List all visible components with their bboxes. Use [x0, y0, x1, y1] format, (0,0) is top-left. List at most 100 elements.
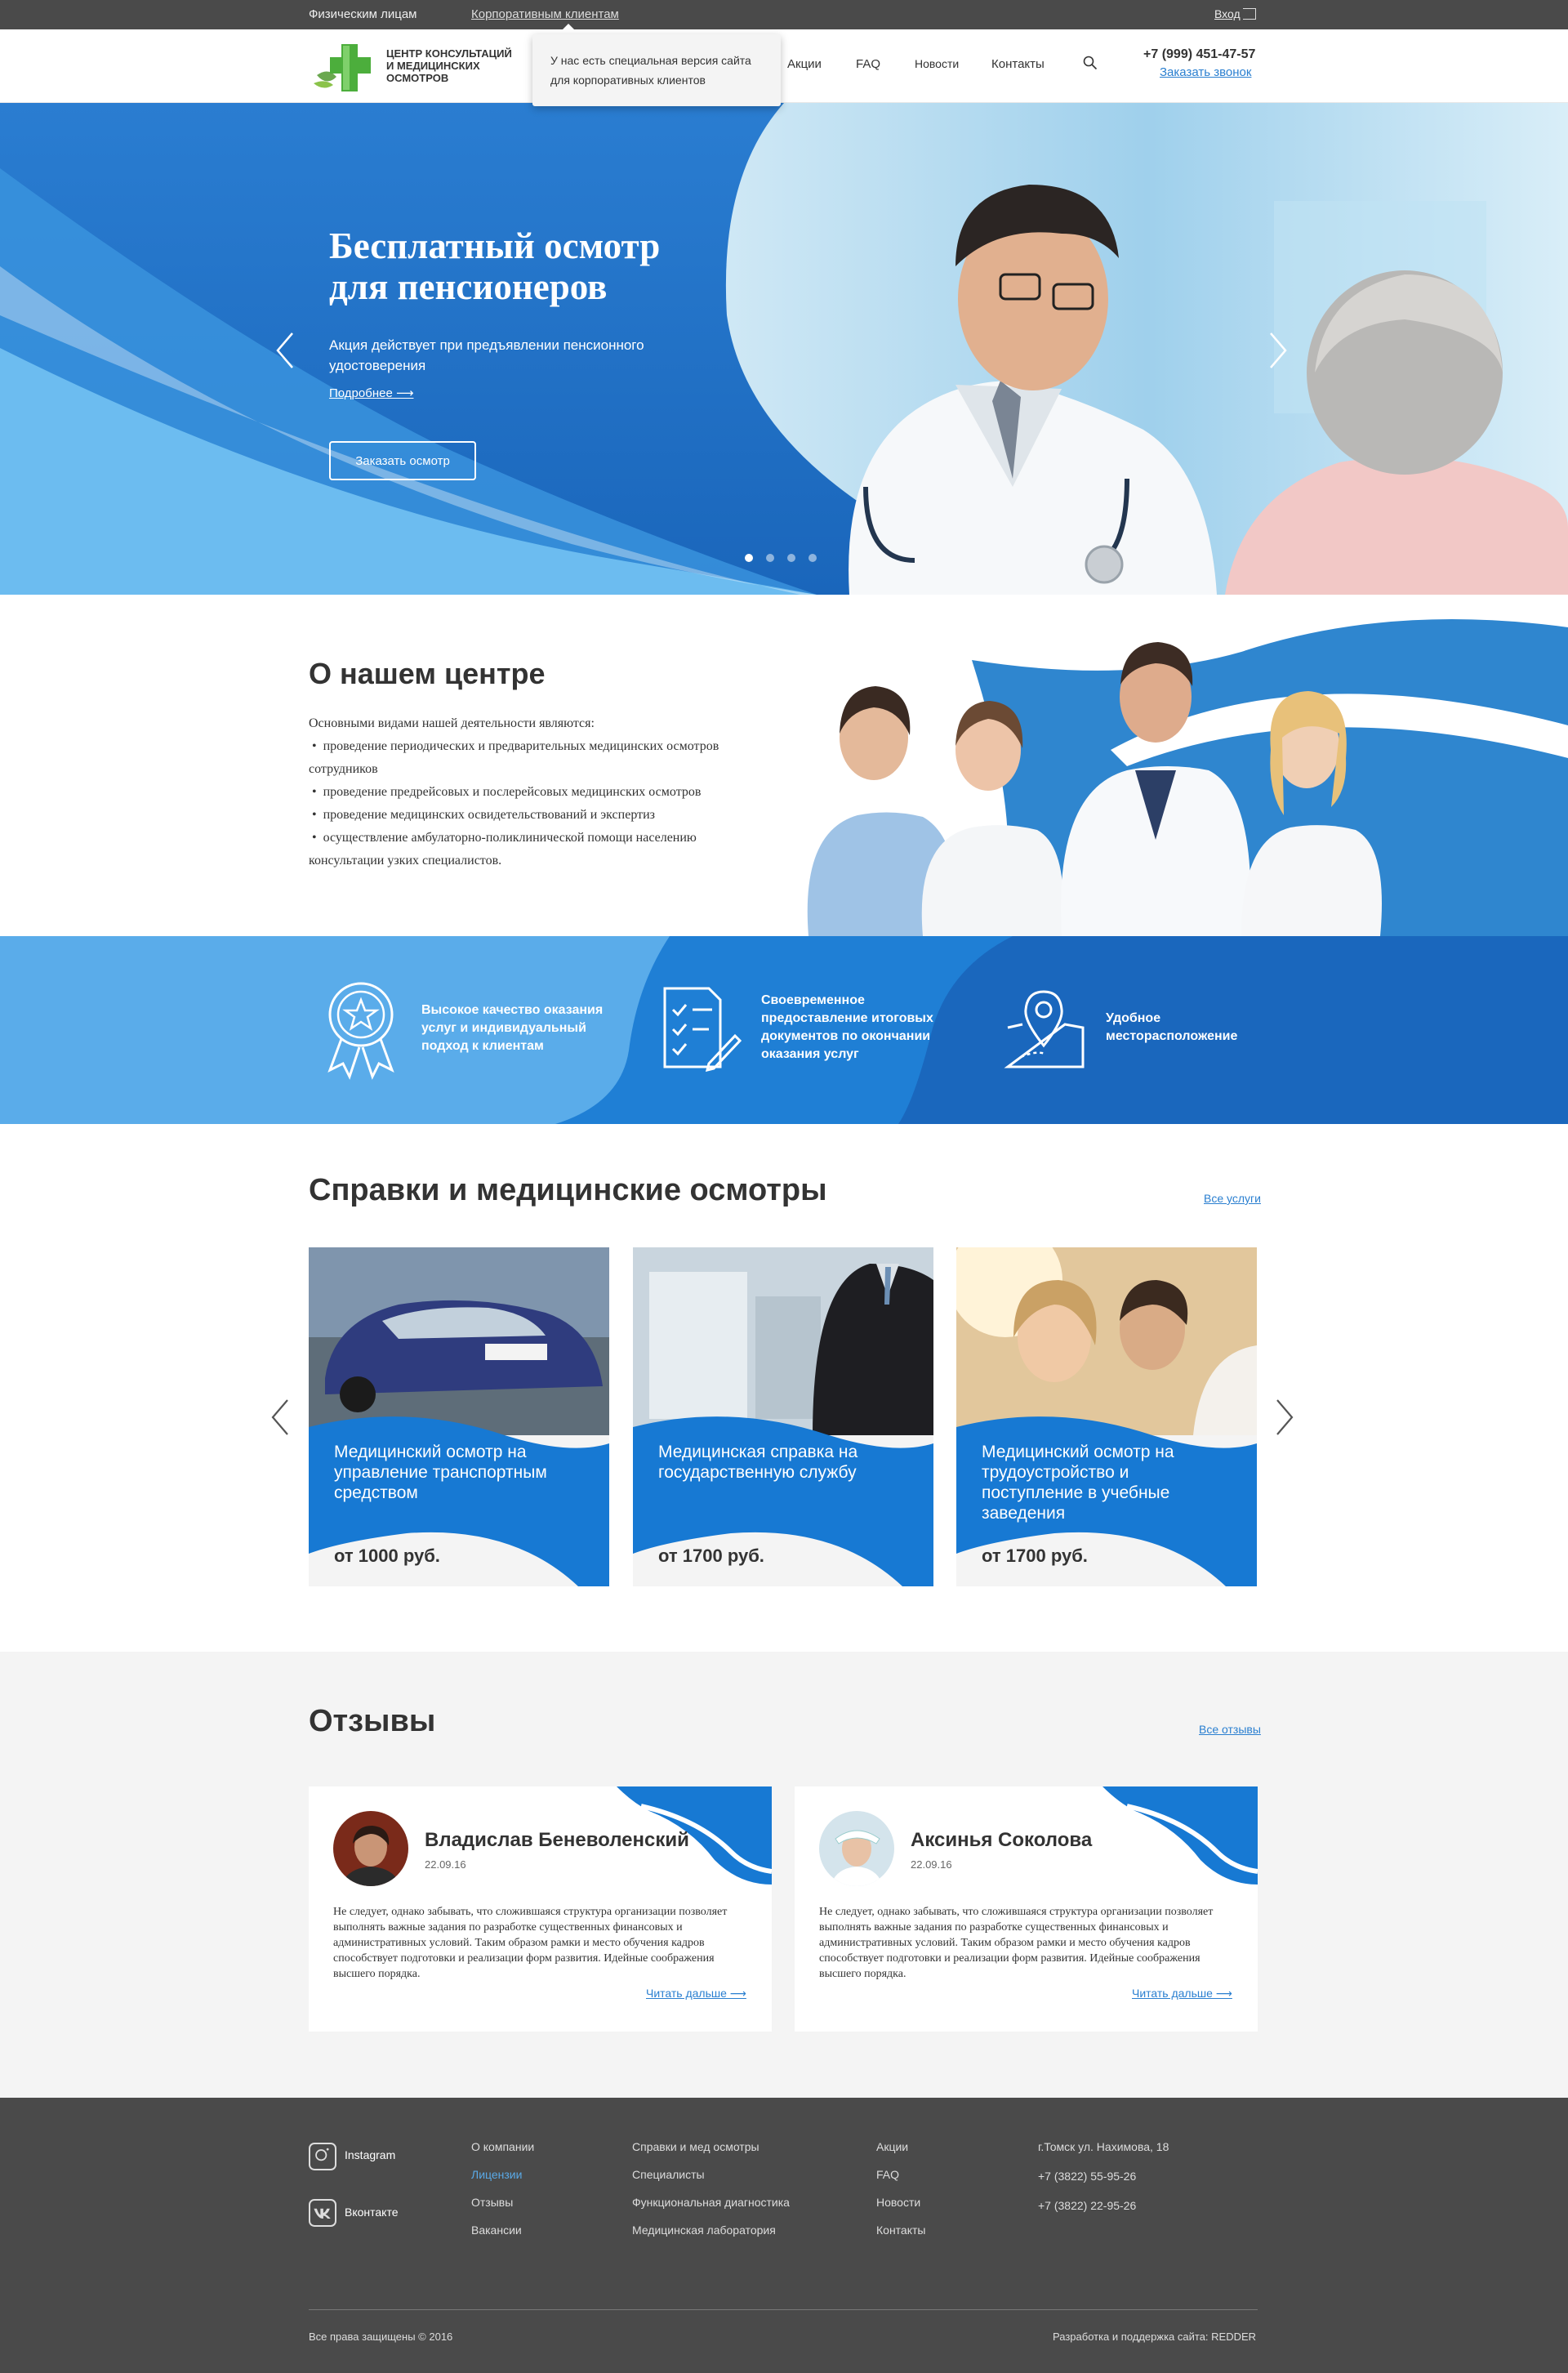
about-list-item: проведение медицинских освидетельствован…	[309, 804, 774, 827]
feature-location-text: Удобное месторасположение	[1106, 1011, 1238, 1043]
reviews-section	[0, 1652, 1568, 2098]
hero-dot-4[interactable]	[808, 554, 817, 562]
about-list-item: проведение периодических и предварительн…	[309, 735, 774, 781]
footer-link-diagnostics[interactable]: Функциональная диагностика	[632, 2196, 790, 2209]
service-card-title: Медицинский осмотр на трудоустройство и …	[982, 1443, 1174, 1523]
review-text: Не следует, однако забывать, что сложивш…	[333, 1906, 728, 1980]
services-title: Справки и медицинские осмотры	[309, 1173, 827, 1207]
hero-subtitle: Акция действует при предъявлении пенсион…	[329, 337, 644, 373]
review-date: 22.09.16	[911, 1858, 952, 1871]
read-more-link[interactable]: Читать дальше ⟶	[1132, 1987, 1232, 2001]
service-card-title: Медицинская справка на государственную с…	[658, 1443, 858, 1482]
services-prev-arrow-icon[interactable]	[270, 1398, 291, 1436]
reviewer-name: Аксинья Соколова	[911, 1829, 1093, 1851]
login-icon[interactable]	[1243, 8, 1256, 20]
review-card: Аксинья Соколова 22.09.16 Не следует, од…	[795, 1786, 1258, 2032]
logo-line-3: ОСМОТРОВ	[386, 72, 449, 84]
instagram-link[interactable]: Instagram	[345, 2148, 395, 2161]
service-card-price: от 1700 руб.	[982, 1546, 1088, 1566]
document-checklist-icon	[663, 987, 742, 1072]
hero-dot-3[interactable]	[787, 554, 795, 562]
reviewer-name: Владислав Беневоленский	[425, 1829, 689, 1851]
footer-address: г.Томск ул. Нахимова, 18	[1038, 2140, 1169, 2153]
hero-background	[0, 103, 1568, 595]
feature-quality-text: Высокое качество оказания услуг и индиви…	[421, 1003, 604, 1053]
footer-link-certificates[interactable]: Справки и мед осмотры	[632, 2140, 760, 2153]
top-bar: Физическим лицам Корпоративным клиентам …	[0, 0, 1568, 29]
footer-link-promotions[interactable]: Акции	[876, 2140, 908, 2153]
hero-dot-2[interactable]	[766, 554, 774, 562]
all-reviews-link[interactable]: Все отзывы	[1199, 1723, 1261, 1736]
review-card: Владислав Беневоленский 22.09.16 Не след…	[309, 1786, 772, 2032]
tooltip-caret	[563, 24, 574, 29]
service-card[interactable]: Медицинская справка на государственную с…	[633, 1247, 933, 1586]
about-section: О нашем центре Основными видами нашей де…	[0, 595, 1568, 936]
review-text: Не следует, однако забывать, что сложивш…	[819, 1906, 1214, 1980]
about-intro: Основными видами нашей деятельности явля…	[309, 716, 595, 730]
logo-text[interactable]: ЦЕНТР КОНСУЛЬТАЦИЙ И МЕДИЦИНСКИХ ОСМОТРО…	[386, 47, 533, 84]
copyright: Все права защищены © 2016	[309, 2331, 453, 2343]
corporate-link[interactable]: Корпоративным клиентам	[471, 7, 619, 21]
hero-next-arrow-icon[interactable]	[1267, 332, 1289, 369]
about-list-item: осуществление амбулаторно-поликлиническо…	[309, 827, 774, 872]
logo-icon[interactable]	[312, 42, 376, 93]
search-icon[interactable]	[1083, 56, 1098, 70]
order-checkup-button[interactable]: Заказать осмотр	[329, 441, 476, 480]
footer-link-about[interactable]: О компании	[471, 2140, 534, 2153]
hero-prev-arrow-icon[interactable]	[274, 332, 296, 369]
service-card[interactable]: Медицинский осмотр на трудоустройство и …	[956, 1247, 1257, 1586]
footer-link-specialists[interactable]: Специалисты	[632, 2168, 705, 2181]
hero-title-line-1: Бесплатный осмотр	[329, 225, 661, 266]
footer-link-laboratory[interactable]: Медицинская лаборатория	[632, 2224, 776, 2237]
review-card-wave	[1102, 1786, 1258, 1885]
footer-link-vacancies[interactable]: Вакансии	[471, 2224, 522, 2237]
callback-link[interactable]: Заказать звонок	[1160, 65, 1251, 79]
services-next-arrow-icon[interactable]	[1274, 1398, 1295, 1436]
footer-phone-1[interactable]: +7 (3822) 55-95-26	[1038, 2170, 1136, 2183]
footer-phone-2[interactable]: +7 (3822) 22-95-26	[1038, 2199, 1136, 2212]
award-icon	[327, 982, 394, 1080]
avatar	[819, 1811, 894, 1886]
service-card-price: от 1000 руб.	[334, 1546, 440, 1566]
nav-faq[interactable]: FAQ	[856, 57, 880, 71]
hero-dot-1[interactable]	[745, 554, 753, 562]
review-date: 22.09.16	[425, 1858, 466, 1871]
doctors-team-image	[807, 619, 1568, 936]
footer-link-news[interactable]: Новости	[876, 2196, 920, 2209]
service-card-title: Медицинский осмотр на управление транспо…	[334, 1443, 547, 1502]
service-card[interactable]: Медицинский осмотр на управление транспо…	[309, 1247, 609, 1586]
footer: Instagram Вконтакте О компании Лицензии …	[0, 2098, 1568, 2373]
about-text: Основными видами нашей деятельности явля…	[309, 712, 774, 872]
individuals-link[interactable]: Физическим лицам	[309, 7, 417, 21]
nav-contacts[interactable]: Контакты	[991, 57, 1045, 71]
corporate-tooltip: У нас есть специальная версия сайта для …	[532, 34, 781, 106]
footer-link-licenses[interactable]: Лицензии	[471, 2168, 522, 2181]
about-title: О нашем центре	[309, 657, 546, 690]
nav-news[interactable]: Новости	[915, 57, 959, 70]
footer-divider	[309, 2309, 1258, 2310]
login-link[interactable]: Вход	[1214, 7, 1241, 20]
footer-link-faq[interactable]: FAQ	[876, 2168, 899, 2181]
footer-link-contacts[interactable]: Контакты	[876, 2224, 925, 2237]
vk-link[interactable]: Вконтакте	[345, 2206, 399, 2219]
nav-promotions[interactable]: Акции	[787, 57, 822, 71]
logo-line-2: И МЕДИЦИНСКИХ	[386, 60, 480, 72]
logo-line-1: ЦЕНТР КОНСУЛЬТАЦИЙ	[386, 47, 512, 60]
reviews-title: Отзывы	[309, 1704, 436, 1738]
hero-more-link[interactable]: Подробнее ⟶	[329, 386, 413, 400]
instagram-icon[interactable]	[309, 2143, 336, 2170]
hero-pagination	[745, 554, 817, 562]
developer-credit[interactable]: Разработка и поддержка сайта: REDDER	[1053, 2331, 1256, 2343]
hero-title: Бесплатный осмотр для пенсионеров	[329, 225, 660, 307]
hero-title-line-2: для пенсионеров	[329, 266, 608, 307]
header: ЦЕНТР КОНСУЛЬТАЦИЙ И МЕДИЦИНСКИХ ОСМОТРО…	[0, 29, 1568, 103]
footer-link-reviews[interactable]: Отзывы	[471, 2196, 513, 2209]
about-list-item: проведение предрейсовых и послерейсовых …	[309, 781, 774, 804]
map-pin-icon	[1004, 990, 1085, 1068]
service-card-price: от 1700 руб.	[658, 1546, 764, 1566]
avatar	[333, 1811, 408, 1886]
all-services-link[interactable]: Все услуги	[1204, 1192, 1261, 1205]
read-more-link[interactable]: Читать дальше ⟶	[646, 1987, 746, 2001]
phone-number[interactable]: +7 (999) 451-47-57	[1143, 47, 1255, 62]
vk-icon[interactable]	[309, 2199, 336, 2227]
